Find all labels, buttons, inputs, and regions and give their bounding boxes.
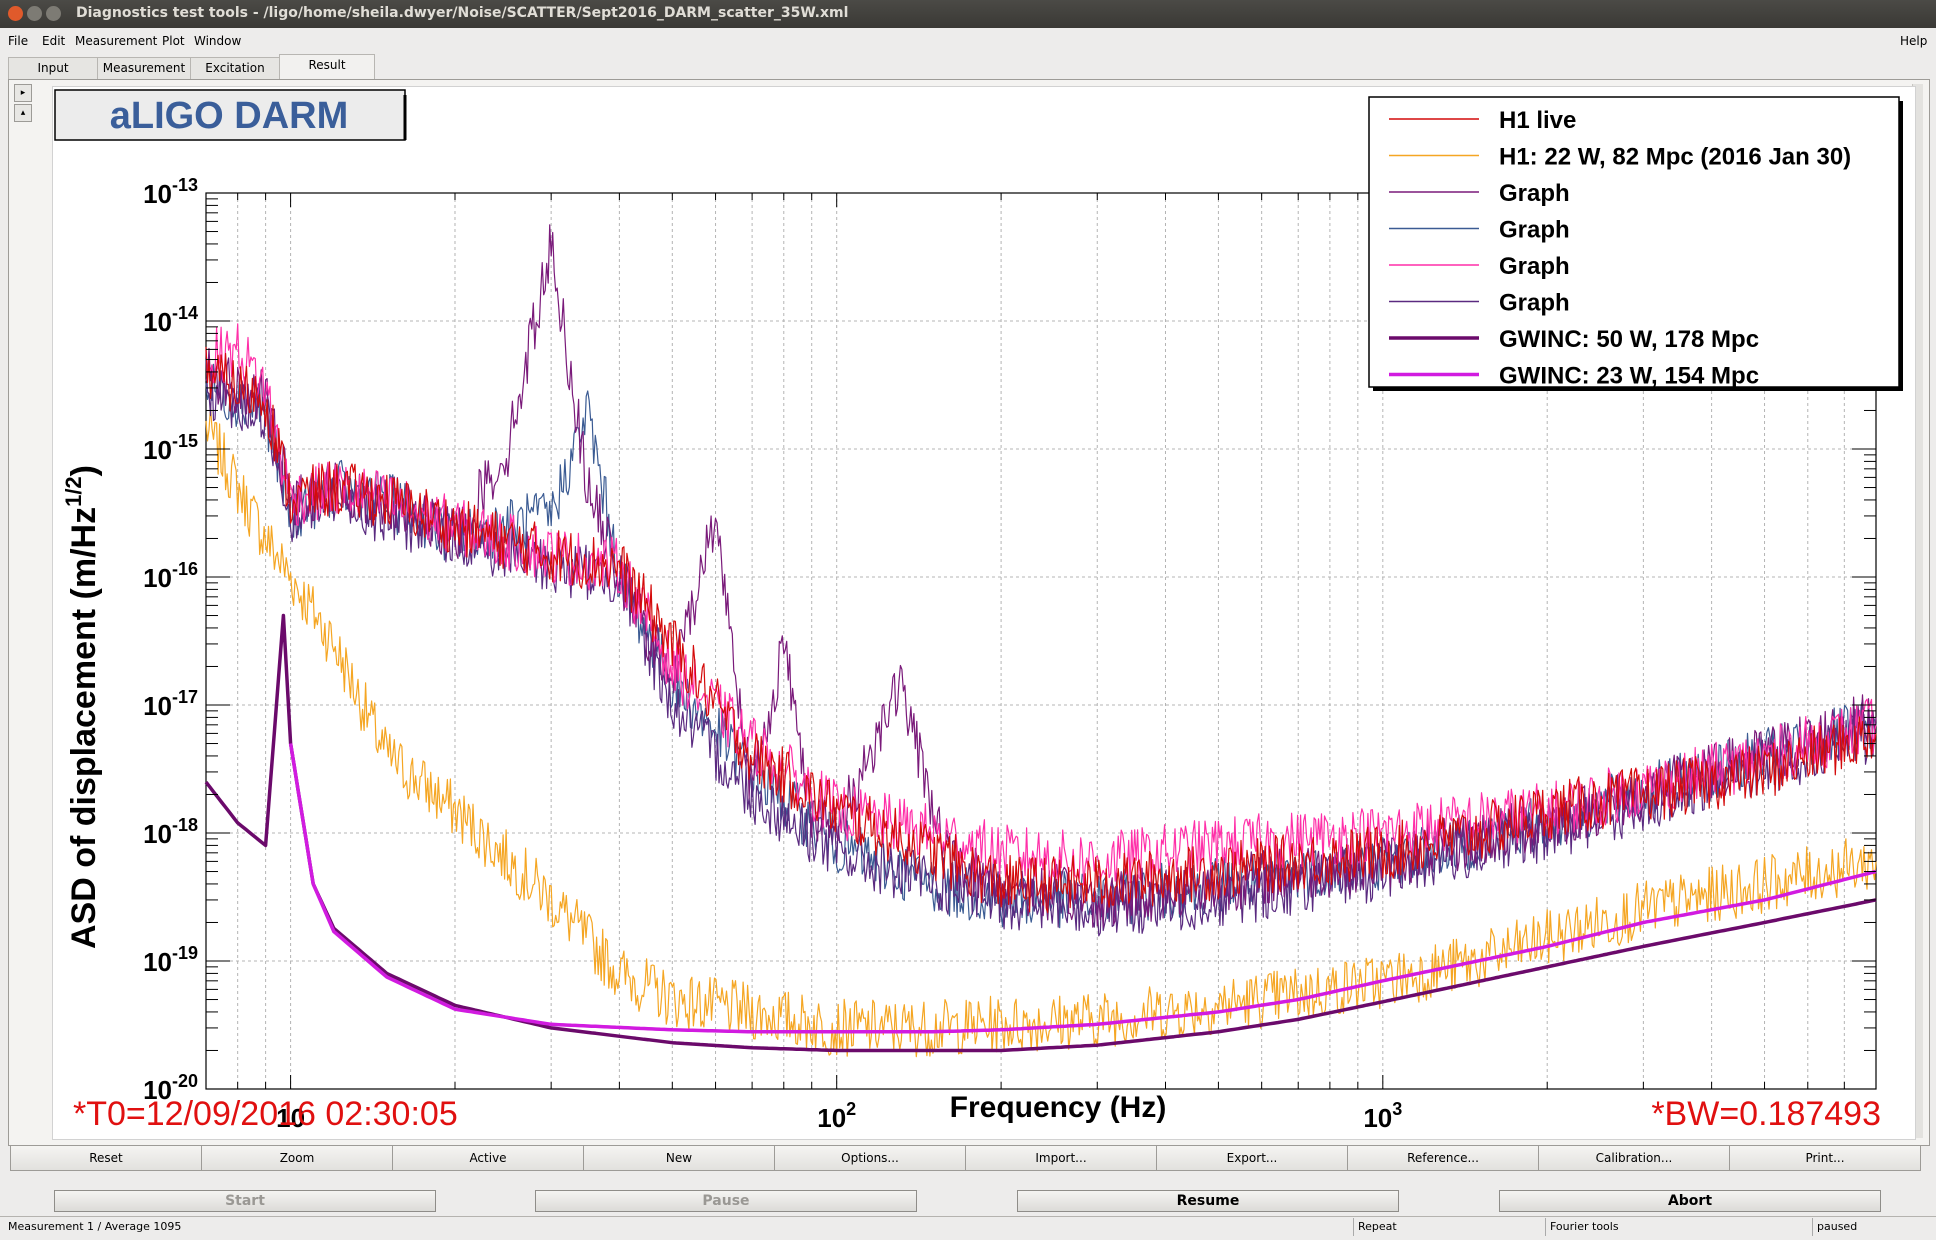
menu-help[interactable]: Help [1900,34,1927,48]
print-button[interactable]: Print... [1729,1145,1921,1171]
new-button[interactable]: New [583,1145,775,1171]
x-tick-label: 103 [1363,1099,1402,1133]
y-tick-label: 10-14 [143,303,198,337]
t0-label: *T0=12/09/2016 02:30:05 [73,1095,458,1133]
status-state: paused [1812,1218,1857,1236]
pad-down-icon[interactable]: ▴ [14,104,32,122]
menu-edit[interactable]: Edit [42,34,65,48]
status-fourier: Fourier tools [1545,1218,1619,1236]
plot-legend[interactable]: H1 live H1: 22 W, 82 Mpc (2016 Jan 30) Gra… [1368,96,1903,391]
series-line [205,359,1877,937]
y-tick-label: 10-13 [143,175,198,209]
tab-excitation[interactable]: Excitation [190,57,280,79]
calibration-button[interactable]: Calibration... [1538,1145,1730,1171]
y-tick-label: 10-19 [143,943,198,977]
legend-entry: Graph [1499,290,1570,317]
maximize-window-icon[interactable] [46,6,61,21]
import-button[interactable]: Import... [965,1145,1157,1171]
legend-entry: Graph [1499,217,1570,244]
legend-entry: H1 live [1499,107,1576,134]
menu-bar: File Edit Measurement Plot Window Help [0,31,1936,53]
reference-button[interactable]: Reference... [1347,1145,1539,1171]
tab-result[interactable]: Result [279,54,375,79]
plot-button-row: Reset Zoom Active New Options... Import... Exp… [10,1145,1922,1171]
y-tick-label: 10-18 [143,815,198,849]
minimize-window-icon[interactable] [27,6,42,21]
status-repeat: Repeat [1353,1218,1397,1236]
export-button[interactable]: Export... [1156,1145,1348,1171]
legend-entry: H1: 22 W, 82 Mpc (2016 Jan 30) [1499,144,1851,171]
abort-button[interactable]: Abort [1499,1190,1881,1212]
series-line [205,323,1877,886]
window-title: Diagnostics test tools - /ligo/home/shei… [76,5,849,21]
start-button[interactable]: Start [54,1190,436,1212]
bw-label: *BW=0.187493 [1651,1095,1881,1133]
close-window-icon[interactable] [8,6,23,21]
x-tick-label: 102 [817,1099,856,1133]
y-tick-label: 10-15 [143,431,198,465]
plot-canvas[interactable]: 10-13 10-14 10-15 10-16 10-17 10-18 10-19 10-20… [52,86,1916,1140]
series-line [205,406,1877,1058]
x-axis-label: Frequency (Hz) [950,1091,1167,1124]
legend-entry: GWINC: 50 W, 178 Mpc [1499,326,1759,353]
tab-measurement[interactable]: Measurement [97,57,191,79]
menu-window[interactable]: Window [194,34,241,48]
active-button[interactable]: Active [392,1145,584,1171]
menu-plot[interactable]: Plot [162,34,185,48]
pad-up-icon[interactable]: ▸ [14,84,32,102]
pause-button[interactable]: Pause [535,1190,917,1212]
zoom-button[interactable]: Zoom [201,1145,393,1171]
plot-title: aLIGO DARM [110,95,349,137]
y-axis-label: ASD of displacement (m/Hz1/2) [61,465,103,949]
resume-button[interactable]: Resume [1017,1190,1399,1212]
asd-plot[interactable]: 10-1310-1410-1510-1610-1710-1810-1910-20… [53,87,1915,1139]
title-bar: Diagnostics test tools - /ligo/home/shei… [0,0,1936,28]
legend-entry: Graph [1499,253,1570,280]
legend-entry: Graph [1499,180,1570,207]
menu-file[interactable]: File [8,34,28,48]
reset-button[interactable]: Reset [10,1145,202,1171]
tab-input[interactable]: Input [8,57,98,79]
y-tick-label: 10-16 [143,559,198,593]
y-tick-label: 10-17 [143,687,198,721]
status-measurement: Measurement 1 / Average 1095 [8,1220,182,1233]
legend-entry: GWINC: 23 W, 154 Mpc [1499,363,1759,390]
options-button[interactable]: Options... [774,1145,966,1171]
status-divider [0,1216,1936,1217]
menu-measurement[interactable]: Measurement [75,34,157,48]
plot-title-box[interactable]: aLIGO DARM [54,89,407,141]
